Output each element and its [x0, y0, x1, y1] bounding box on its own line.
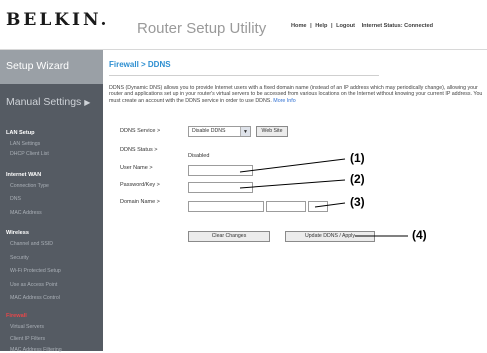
callout-label-4: (4): [412, 228, 427, 242]
callout-label-1: (1): [350, 151, 365, 165]
callout-line-1: [239, 158, 346, 173]
callout-lines: [239, 158, 408, 237]
callout-label-2: (2): [350, 172, 365, 186]
callout-line-2: [239, 179, 346, 189]
callout-label-3: (3): [350, 195, 365, 209]
callout-line-3: [314, 202, 346, 208]
